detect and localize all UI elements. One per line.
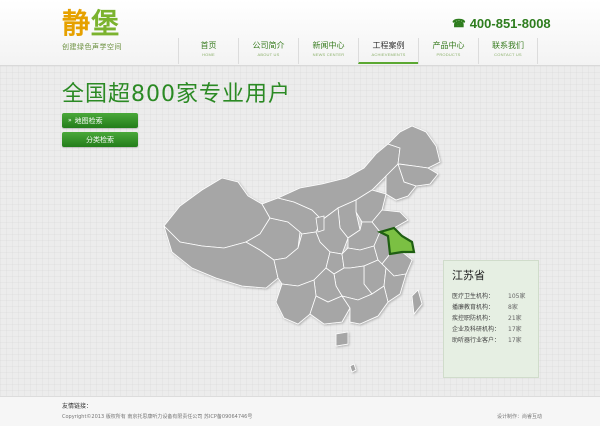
- info-row: 播廉教育机构： 8家: [452, 302, 530, 313]
- logo-title-accent: 静: [62, 7, 92, 40]
- nav-item-contact[interactable]: 联系我们 CONTACT US: [478, 38, 538, 64]
- double-chevron-icon: »: [68, 117, 72, 124]
- nav-item-about[interactable]: 公司简介 ABOUT US: [238, 38, 298, 64]
- nav-label: 首页: [200, 41, 217, 50]
- nav-label: 产品中心: [432, 41, 465, 50]
- category-search-label: 分类检索: [86, 135, 114, 144]
- nav-label: 联系我们: [492, 41, 524, 50]
- info-value: 21家: [508, 315, 522, 322]
- info-value: 8家: [508, 304, 518, 311]
- logo-title-rest: 堡: [91, 7, 121, 40]
- info-value: 17家: [508, 337, 522, 344]
- logo-title: 静堡: [62, 8, 122, 40]
- province-name: 江苏省: [452, 269, 485, 282]
- phone-text: 400-851-8008: [469, 16, 551, 31]
- nav-item-products[interactable]: 产品中心 PRODUCTS: [418, 38, 478, 64]
- phone-icon: ☎: [452, 18, 466, 30]
- nav-item-news[interactable]: 新闻中心 NEWS CENTER: [298, 38, 358, 64]
- category-search-button[interactable]: 分类检索: [62, 132, 138, 147]
- nav-item-home[interactable]: 首页 HOME: [178, 38, 238, 64]
- info-label: 医疗卫生机构：: [452, 293, 495, 300]
- nav-label: 新闻中心: [312, 41, 345, 50]
- info-value: 105家: [508, 293, 526, 300]
- info-label: 企业及科研机构：: [452, 326, 501, 333]
- info-value: 17家: [508, 326, 522, 333]
- copyright-text: Copyright©2013 版权所有 南京托思康听力设备有限责任公司 苏ICP…: [62, 414, 253, 420]
- page-headline: 全国超800家专业用户: [62, 82, 291, 107]
- nav-item-achievements[interactable]: 工程案例 ACHIEVEMENTS: [358, 38, 418, 64]
- region-yunnan[interactable]: [275, 279, 317, 325]
- nav-label: 工程案例: [372, 41, 405, 50]
- nav-label-en: PRODUCTS: [436, 52, 461, 57]
- province-info-panel: 江苏省 医疗卫生机构： 105家 播廉教育机构： 8家 疾控职防机构： 21家 …: [443, 260, 539, 378]
- info-row: 医疗卫生机构： 105家: [452, 291, 530, 302]
- friend-links-label: 友情链接：: [62, 403, 93, 410]
- region-taiwan[interactable]: [411, 289, 423, 316]
- nav-label-en: ABOUT US: [257, 52, 280, 57]
- info-label: 疾控职防机构：: [452, 315, 495, 322]
- logo-subtitle: 创建绿色声学空间: [62, 43, 122, 51]
- logo[interactable]: 静堡 创建绿色声学空间: [62, 8, 122, 52]
- info-label: 播廉教育机构：: [452, 304, 495, 311]
- info-row: 疾控职防机构： 21家: [452, 313, 530, 324]
- map-search-label: 地图检索: [74, 116, 103, 125]
- design-credit[interactable]: 设计制作：尚睿互动: [497, 413, 542, 420]
- nav-label-en: CONTACT US: [494, 52, 522, 57]
- phone-number: ☎ 400-851-8008: [452, 16, 551, 31]
- nav-label: 公司简介: [252, 41, 285, 50]
- info-row: 助听器行业客户： 17家: [452, 335, 530, 346]
- china-map[interactable]: [150, 118, 450, 388]
- site-header: 静堡 创建绿色声学空间 ☎ 400-851-8008 首页 HOME 公司简介 …: [0, 0, 600, 66]
- region-hainan[interactable]: [335, 331, 349, 347]
- nav-label-en: HOME: [202, 52, 215, 57]
- info-label: 助听器行业客户：: [452, 337, 501, 344]
- main-nav: 首页 HOME 公司简介 ABOUT US 新闻中心 NEWS CENTER 工…: [178, 38, 538, 64]
- map-search-button[interactable]: » 地图检索: [62, 113, 138, 128]
- site-footer: 友情链接： Copyright©2013 版权所有 南京托思康听力设备有限责任公…: [0, 396, 600, 426]
- info-row: 企业及科研机构： 17家: [452, 324, 530, 335]
- nav-label-en: ACHIEVEMENTS: [371, 52, 406, 57]
- nav-label-en: NEWS CENTER: [312, 52, 345, 57]
- region-south-sea-islands: [349, 363, 357, 373]
